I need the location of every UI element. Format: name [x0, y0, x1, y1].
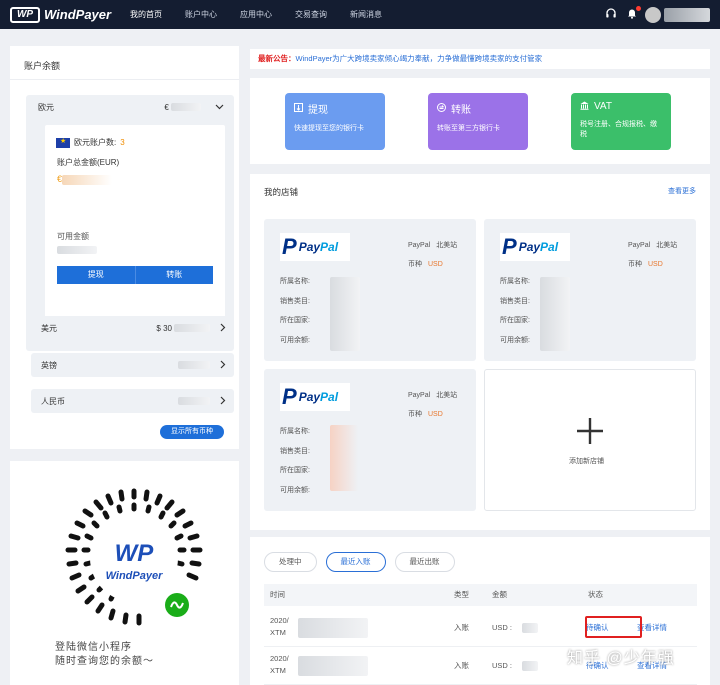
redacted-value: [330, 277, 360, 351]
avatar[interactable]: [645, 6, 661, 23]
table-header: 时间 类型 金额 状态: [264, 584, 697, 606]
shop-card[interactable]: P PayPal PayPal 北美站 币种 USD 所属名称: 销售类目: 所在国家: 可…: [484, 219, 696, 361]
logo-text: WindPayer: [44, 7, 112, 22]
chevron-down-icon[interactable]: [215, 102, 224, 112]
nav-news[interactable]: 新闻消息: [350, 0, 382, 29]
eur-label: 欧元: [38, 102, 54, 112]
show-all-currencies-button[interactable]: 显示所有币种: [160, 425, 224, 439]
mini-program-caption: 登陆微信小程序 随时查询您的余额～: [55, 642, 154, 667]
tab-recent-income[interactable]: 最近入账: [325, 552, 386, 572]
notification-dot: [636, 6, 641, 11]
nav-account-center[interactable]: 账户中心: [185, 0, 217, 29]
available-amount-label: 可用金额: [57, 232, 89, 241]
currency-row-usd[interactable]: 美元 $ 30: [31, 316, 234, 340]
top-navbar: WP WindPayer 我的首页 账户中心 应用中心 交易查询 新闻消息: [0, 0, 720, 29]
chevron-right-icon[interactable]: [220, 323, 226, 334]
transfer-icon: [437, 103, 446, 114]
paypal-logo-icon: P PayPal: [280, 233, 350, 261]
balance-panel: 账户余额 欧元 € 欧元账户数: 3 账户总金额(EUR) € 可用金额 提现 …: [10, 46, 239, 449]
eur-amount: €: [164, 103, 201, 112]
eur-detail: 欧元账户数: 3 账户总金额(EUR) € 可用金额 提现 转账: [45, 125, 225, 340]
redacted-value: [540, 277, 570, 351]
nav-home[interactable]: 我的首页: [130, 0, 162, 29]
withdraw-card[interactable]: 提现 快速提现至您的银行卡: [285, 93, 385, 150]
nav-transaction-query[interactable]: 交易查询: [295, 0, 327, 29]
transaction-tabs: 处理中 最近入账 最近出账: [264, 552, 464, 572]
eu-flag-icon: [56, 137, 70, 148]
add-shop-card[interactable]: 添加新店铺: [484, 369, 696, 511]
quick-actions: 提现 快速提现至您的银行卡 转账 转账至第三方银行卡 VAT 税号注册、合规报税…: [250, 78, 710, 164]
vat-card[interactable]: VAT 税号注册、合规报税、缴税: [571, 93, 671, 150]
chevron-right-icon[interactable]: [220, 396, 226, 407]
highlight-box: [585, 616, 642, 638]
tab-recent-outgoing[interactable]: 最近出账: [394, 552, 455, 572]
eur-account-count: 欧元账户数: 3: [56, 137, 125, 148]
view-more-link[interactable]: 查看更多: [668, 186, 696, 198]
tab-processing[interactable]: 处理中: [264, 552, 317, 572]
table-row: 2020/ XTM 入账 USD : 待确认 查看详情: [264, 609, 697, 647]
eur-header[interactable]: 欧元 €: [26, 95, 234, 119]
total-amount-value: €: [57, 174, 113, 185]
balance-title: 账户余额: [10, 46, 239, 80]
qr-logo-text: WindPayer: [106, 570, 163, 582]
total-amount-label: 账户总金额(EUR): [57, 158, 120, 167]
add-shop-label: 添加新店铺: [569, 458, 604, 465]
eur-balance-card: 欧元 € 欧元账户数: 3 账户总金额(EUR) € 可用金额 提现 转账: [26, 95, 234, 351]
announcement-text[interactable]: WindPayer为广大跨境卖家倾心竭力奉献，力争做最懂跨境卖家的支付管家: [296, 54, 543, 63]
logo-mark: WP: [10, 6, 40, 23]
withdraw-icon: [294, 103, 303, 114]
transfer-button[interactable]: 转账: [135, 266, 213, 284]
chevron-right-icon[interactable]: [220, 360, 226, 371]
user-name-blurred[interactable]: [664, 7, 710, 22]
shop-card[interactable]: P PayPal PayPal 北美站 币种 USD 所属名称: 销售类目: 所在国家: 可…: [264, 219, 476, 361]
shop-card[interactable]: P PayPal PayPal 北美站 币种 USD 所属名称: 销售类目: 所在国家: 可…: [264, 369, 476, 511]
top-right-tools: [596, 0, 710, 29]
mini-program-qr-code: WP WindPayer: [59, 483, 209, 633]
main-nav: 我的首页 账户中心 应用中心 交易查询 新闻消息: [130, 0, 405, 29]
announcement-label: 最新公告：: [258, 54, 296, 63]
paypal-logo-icon: P PayPal: [500, 233, 570, 261]
logo[interactable]: WP WindPayer: [10, 6, 118, 23]
my-shops-panel: 我的店铺 查看更多 P PayPal PayPal 北美站 币种 USD 所属名称: 销…: [250, 174, 710, 530]
watermark: 知乎 @少年强: [567, 650, 675, 667]
nav-app-center[interactable]: 应用中心: [240, 0, 272, 29]
bank-icon: [580, 101, 589, 112]
available-amount-value: [57, 246, 97, 254]
bell-icon[interactable]: [626, 6, 641, 22]
withdraw-button[interactable]: 提现: [57, 266, 136, 284]
announcement-bar[interactable]: 最新公告：WindPayer为广大跨境卖家倾心竭力奉献，力争做最懂跨境卖家的支付…: [250, 49, 710, 69]
plus-icon: [575, 416, 605, 449]
transfer-card[interactable]: 转账 转账至第三方银行卡: [428, 93, 528, 150]
eur-actions: 提现 转账: [57, 266, 213, 284]
redacted-value: [330, 425, 358, 491]
shops-title: 我的店铺: [264, 187, 299, 197]
mini-program-panel: WP WindPayer 登陆微信小程序 随时查询您的余额～: [10, 461, 239, 685]
qr-logo-mark: WP: [115, 540, 155, 567]
currency-row-cny[interactable]: 人民币: [31, 389, 234, 413]
paypal-logo-icon: P PayPal: [280, 383, 350, 411]
headset-icon[interactable]: [605, 7, 617, 22]
currency-row-gbp[interactable]: 英镑: [31, 353, 234, 377]
